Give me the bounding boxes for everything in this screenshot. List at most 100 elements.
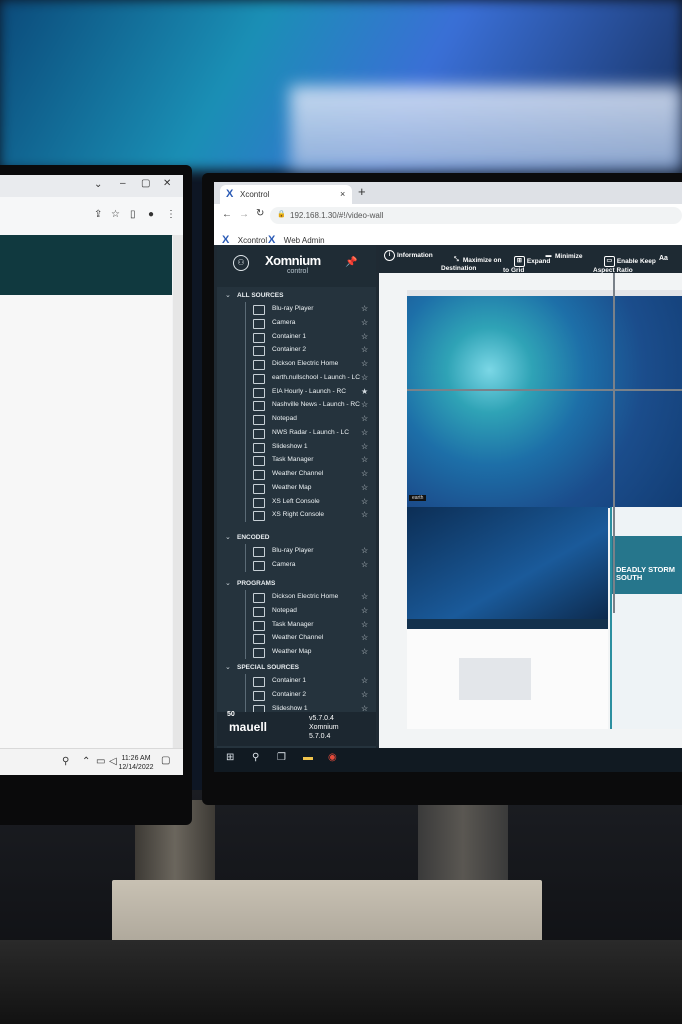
camera-icon: [253, 690, 265, 701]
user-icon[interactable]: ⚇: [233, 255, 249, 271]
favorite-star-icon[interactable]: ☆: [361, 400, 368, 409]
source-item[interactable]: Slideshow 1 ☆: [253, 442, 369, 454]
favorite-star-icon[interactable]: ☆: [361, 546, 368, 555]
back-icon[interactable]: ←: [222, 209, 232, 220]
camera-icon: [253, 606, 265, 617]
chrome-icon[interactable]: ◉: [328, 752, 337, 763]
source-item[interactable]: Container 1 ☆: [253, 676, 369, 688]
forward-icon[interactable]: →: [239, 209, 249, 220]
tab-close-icon[interactable]: ×: [340, 189, 345, 199]
section-encoded[interactable]: ENCODED: [237, 534, 270, 541]
favorite-star-icon[interactable]: ☆: [361, 359, 368, 368]
task-view-icon[interactable]: ❐: [277, 752, 286, 763]
wall-tile-desktop[interactable]: [407, 507, 608, 619]
favorite-star-icon[interactable]: ☆: [361, 560, 368, 569]
profile-icon[interactable]: ●: [148, 209, 154, 220]
source-item[interactable]: Container 2 ☆: [253, 690, 369, 702]
source-item[interactable]: earth.nullschool - Launch - LC ☆: [253, 373, 369, 385]
info-icon: i: [384, 250, 395, 261]
favorite-star-icon[interactable]: ☆: [361, 332, 368, 341]
source-item[interactable]: Container 1 ☆: [253, 332, 369, 344]
text-size-icon[interactable]: Aa: [659, 255, 668, 262]
source-item[interactable]: Camera ☆: [253, 560, 369, 572]
notification-icon[interactable]: ▢: [161, 755, 170, 766]
browser-tab[interactable]: X Xcontrol ×: [220, 185, 352, 204]
section-special[interactable]: SPECIAL SOURCES: [237, 664, 299, 671]
address-bar[interactable]: 🔒 192.168.1.30/#!/video-wall: [270, 207, 682, 224]
favorite-star-icon[interactable]: ☆: [361, 497, 368, 506]
source-item[interactable]: XS Left Console ☆: [253, 497, 369, 509]
wall-tile-earth-map[interactable]: [407, 296, 682, 508]
network-icon[interactable]: ▭: [96, 756, 105, 767]
chevron-up-icon[interactable]: ⌃: [82, 756, 90, 767]
section-chevron-icon[interactable]: ⌄: [225, 579, 231, 587]
favorite-star-icon[interactable]: ☆: [361, 318, 368, 327]
favorite-star-icon[interactable]: ☆: [361, 620, 368, 629]
source-item[interactable]: Nashville News - Launch - RC ☆: [253, 400, 369, 412]
left-scrollbar[interactable]: [173, 235, 183, 775]
favorite-star-icon[interactable]: ☆: [361, 510, 368, 519]
section-chevron-icon[interactable]: ⌄: [225, 533, 231, 541]
favorite-star-icon[interactable]: ☆: [361, 592, 368, 601]
source-item[interactable]: Dickson Electric Home ☆: [253, 359, 369, 371]
chevron-down-icon[interactable]: ⌄: [94, 179, 102, 190]
favorite-star-icon[interactable]: ☆: [361, 442, 368, 451]
source-item[interactable]: Weather Map ☆: [253, 483, 369, 495]
source-item[interactable]: NWS Radar - Launch - LC ☆: [253, 428, 369, 440]
file-explorer-icon[interactable]: ▬: [303, 752, 313, 763]
source-item[interactable]: Dickson Electric Home ☆: [253, 592, 369, 604]
search-icon[interactable]: ⚲: [252, 752, 259, 763]
source-item[interactable]: Task Manager ☆: [253, 455, 369, 467]
favorite-star-icon[interactable]: ☆: [361, 469, 368, 478]
favorite-star-icon[interactable]: ☆: [361, 676, 368, 685]
favorite-star-icon[interactable]: ☆: [361, 345, 368, 354]
favorite-star-icon[interactable]: ☆: [361, 633, 368, 642]
source-item[interactable]: Weather Channel ☆: [253, 633, 369, 645]
favorite-star-icon[interactable]: ★: [361, 387, 368, 396]
section-programs[interactable]: PROGRAMS: [237, 580, 275, 587]
grid-icon: [253, 332, 265, 343]
favorite-star-icon[interactable]: ☆: [361, 647, 368, 656]
taskbar-clock[interactable]: 11:26 AM 12/14/2022: [116, 754, 156, 772]
favorite-star-icon[interactable]: ☆: [361, 373, 368, 382]
section-chevron-icon[interactable]: ⌄: [225, 291, 231, 299]
favorite-star-icon[interactable]: ☆: [361, 428, 368, 437]
favorite-star-icon[interactable]: ☆: [361, 304, 368, 313]
source-item[interactable]: Weather Map ☆: [253, 647, 369, 659]
new-tab-button[interactable]: +: [358, 184, 366, 199]
maximize-icon[interactable]: ▢: [141, 178, 150, 189]
section-chevron-icon[interactable]: ⌄: [225, 663, 231, 671]
favorite-star-icon[interactable]: ☆: [361, 455, 368, 464]
source-item[interactable]: Camera ☆: [253, 318, 369, 330]
pin-icon[interactable]: 📌: [345, 257, 357, 268]
kebab-menu-icon[interactable]: ⋮: [166, 209, 176, 220]
close-icon[interactable]: ✕: [163, 178, 171, 189]
favorite-star-icon[interactable]: ☆: [361, 414, 368, 423]
minimize-button[interactable]: ▬ Minimize: [544, 252, 583, 261]
source-item[interactable]: Blu-ray Player ☆: [253, 304, 369, 316]
source-item[interactable]: Notepad ☆: [253, 414, 369, 426]
video-wall-canvas[interactable]: DEADLY STORM SOUTH earth: [379, 273, 682, 748]
source-item[interactable]: Container 2 ☆: [253, 345, 369, 357]
source-item[interactable]: XS Right Console ☆: [253, 510, 369, 522]
information-button[interactable]: i Information: [384, 250, 433, 261]
minimize-icon[interactable]: –: [120, 178, 126, 189]
source-item[interactable]: Task Manager ☆: [253, 620, 369, 632]
windows-start-icon[interactable]: ⊞: [226, 752, 234, 763]
star-icon[interactable]: ☆: [111, 209, 120, 220]
source-label: Slideshow 1: [272, 442, 308, 450]
source-item[interactable]: EIA Hourly - Launch - RC ★: [253, 387, 369, 399]
source-item[interactable]: Notepad ☆: [253, 606, 369, 618]
favorite-star-icon[interactable]: ☆: [361, 606, 368, 615]
share-icon[interactable]: ⇪: [94, 209, 102, 220]
reload-icon[interactable]: ↻: [256, 208, 264, 219]
source-item[interactable]: Blu-ray Player ☆: [253, 546, 369, 558]
section-all_sources[interactable]: ALL SOURCES: [237, 292, 283, 299]
bookmarks-bar: X Xcontrol X Web Admin: [214, 228, 682, 246]
camera-icon: [253, 318, 265, 329]
source-item[interactable]: Weather Channel ☆: [253, 469, 369, 481]
favorite-star-icon[interactable]: ☆: [361, 690, 368, 699]
people-icon[interactable]: ⚲: [62, 756, 69, 767]
sidepanel-icon[interactable]: ▯: [130, 209, 136, 220]
favorite-star-icon[interactable]: ☆: [361, 483, 368, 492]
